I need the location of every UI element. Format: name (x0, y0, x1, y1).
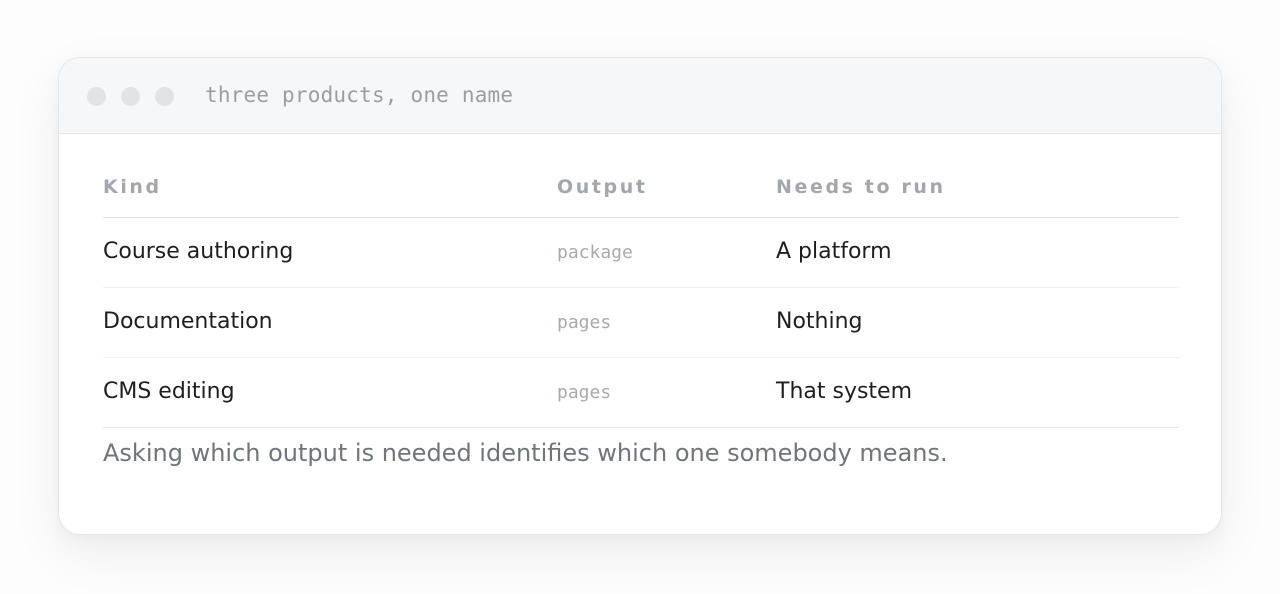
window-dot-3 (155, 87, 174, 106)
table-row: Course authoring package A platform (103, 218, 1179, 288)
column-header-needs: Needs to run (776, 176, 946, 198)
cell-kind: CMS editing (103, 379, 235, 404)
window-title: three products, one name (205, 83, 514, 107)
cell-output: pages (557, 382, 612, 403)
window-titlebar: three products, one name (59, 58, 1221, 134)
cell-output: package (557, 242, 633, 263)
table-row: Documentation pages Nothing (103, 288, 1179, 358)
card-window: three products, one name Kind Output Nee… (58, 57, 1222, 535)
cell-kind: Course authoring (103, 239, 294, 264)
table-header: Kind Output Needs to run (103, 134, 1179, 218)
cell-output: pages (557, 312, 612, 333)
cell-needs: Nothing (776, 309, 863, 334)
cell-kind: Documentation (103, 309, 273, 334)
table-row: CMS editing pages That system (103, 358, 1179, 428)
cell-needs: That system (776, 379, 913, 404)
column-header-kind: Kind (103, 176, 162, 198)
window-dot-2 (121, 87, 140, 106)
page: three products, one name Kind Output Nee… (0, 0, 1280, 594)
column-header-output: Output (557, 176, 648, 198)
cell-needs: A platform (776, 239, 892, 264)
table-content: Kind Output Needs to run Course authorin… (103, 134, 1179, 467)
footnote: Asking which output is needed identifies… (103, 439, 948, 467)
window-dot-1 (87, 87, 106, 106)
